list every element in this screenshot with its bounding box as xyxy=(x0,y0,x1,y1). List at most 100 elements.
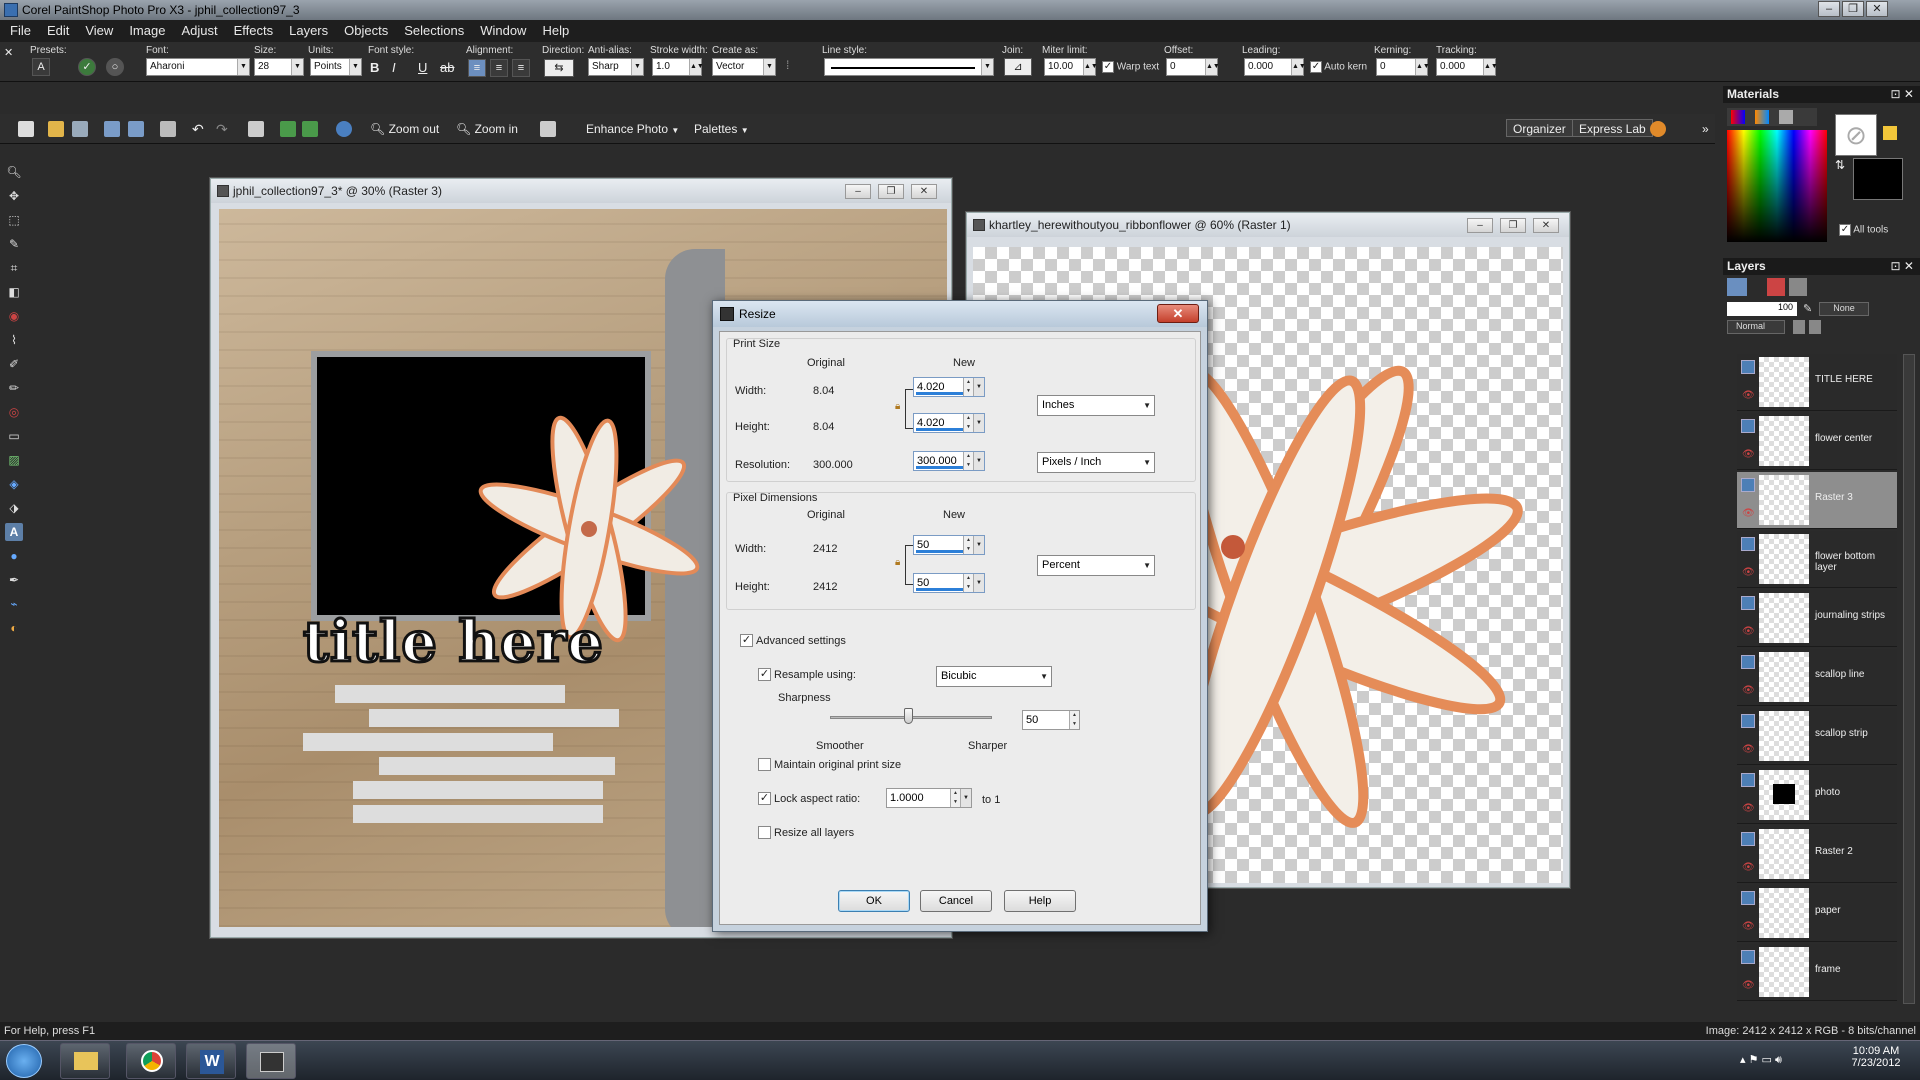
lock-aspect-checkbox[interactable]: ✓ Lock aspect ratio: xyxy=(758,792,860,806)
doc-minimize-button[interactable]: – xyxy=(1467,218,1493,233)
chevron-down-icon[interactable]: ▼ xyxy=(973,452,984,470)
new-layer-icon[interactable] xyxy=(1727,278,1747,296)
sharpness-input[interactable]: 50 ▲ ▼ xyxy=(1022,710,1080,730)
align-center-icon[interactable]: ≡ xyxy=(490,59,508,77)
blend-mode-select[interactable]: Normal xyxy=(1727,320,1785,334)
menu-window[interactable]: Window xyxy=(472,20,534,42)
tray-icons[interactable]: ▴ ⚑ ▭ 🔊︎ xyxy=(1740,1053,1782,1067)
direction-icon[interactable]: ⇆ xyxy=(544,59,574,77)
visibility-eye-icon[interactable]: 👁︎ xyxy=(1742,390,1755,401)
palettes-button[interactable]: Palettes ▼ xyxy=(694,120,749,138)
font-select[interactable]: Aharoni ▼ xyxy=(146,58,250,76)
bold-icon[interactable]: B xyxy=(370,60,379,75)
pixel-unit-select[interactable]: Percent ▼ xyxy=(1037,555,1155,576)
doc-minimize-button[interactable]: – xyxy=(845,184,871,199)
print-icon[interactable] xyxy=(160,121,176,137)
align-right-icon[interactable]: ≡ xyxy=(512,59,530,77)
color-spectrum[interactable] xyxy=(1727,130,1827,242)
resample-method-select[interactable]: Bicubic ▼ xyxy=(936,666,1052,687)
document-title-bar[interactable]: jphil_collection97_3* @ 30% (Raster 3) –… xyxy=(211,179,951,203)
paint-brush-icon[interactable]: ✏ xyxy=(5,379,23,397)
resize-all-layers-checkbox[interactable]: Resize all layers xyxy=(758,826,854,840)
tracking-input[interactable]: 0.000 ▲▼ xyxy=(1436,58,1498,76)
create-as-select[interactable]: Vector ▼ xyxy=(712,58,776,76)
browse-icon[interactable] xyxy=(72,121,88,137)
doc-restore-button[interactable]: ❐ xyxy=(878,184,904,199)
lock-transparency-icon[interactable] xyxy=(1793,320,1805,334)
visibility-eye-icon[interactable]: 👁︎ xyxy=(1742,685,1755,696)
line-style-select[interactable]: ▼ xyxy=(824,58,994,76)
dialog-close-button[interactable]: ✕ xyxy=(1157,304,1199,323)
strikethrough-icon[interactable]: ab xyxy=(440,60,454,75)
start-button[interactable] xyxy=(6,1044,42,1078)
print-width-input[interactable]: 4.020 ▲ ▼ ▼ xyxy=(913,377,985,397)
swap-colors-icon[interactable] xyxy=(1883,126,1897,140)
cancel-button[interactable]: Cancel xyxy=(920,890,992,912)
apply-icon[interactable]: ✓ xyxy=(78,58,96,76)
menu-selections[interactable]: Selections xyxy=(396,20,472,42)
title-text[interactable]: title here xyxy=(302,608,605,677)
layer-row[interactable]: 👁︎ Raster 2 xyxy=(1737,826,1897,883)
chevron-down-icon[interactable]: ▼ xyxy=(973,536,984,554)
clone-tool-icon[interactable]: ⌇ xyxy=(5,331,23,349)
word-taskbar-button[interactable]: W xyxy=(186,1043,236,1079)
zoom-out-button[interactable]: 🔍︎ Zoom out xyxy=(370,120,439,138)
move-tool-icon[interactable]: ✥ xyxy=(5,187,23,205)
visibility-eye-icon[interactable]: 👁︎ xyxy=(1742,921,1755,932)
print-height-input[interactable]: 4.020 ▲ ▼ ▼ xyxy=(913,413,985,433)
organizer-button[interactable]: Organizer xyxy=(1506,119,1573,137)
align-left-icon[interactable]: ≡ xyxy=(468,59,486,77)
resolution-input[interactable]: 300.000 ▲ ▼ ▼ xyxy=(913,451,985,471)
mesh-warp-icon[interactable]: ◐ xyxy=(5,619,23,637)
underline-icon[interactable]: U xyxy=(418,60,427,75)
spinner-icon[interactable]: ▲ ▼ xyxy=(1069,711,1079,729)
menu-file[interactable]: File xyxy=(0,20,39,42)
close-options-icon[interactable]: ✕ xyxy=(4,46,13,59)
screen-icon[interactable] xyxy=(248,121,264,137)
offset-input[interactable]: 0 ▲▼ xyxy=(1166,58,1220,76)
layer-row[interactable]: 👁︎ scallop line xyxy=(1737,649,1897,706)
close-button[interactable]: ✕ xyxy=(1866,1,1888,17)
color-replacer-icon[interactable]: ⬗ xyxy=(5,499,23,517)
chevron-down-icon[interactable]: ▼ xyxy=(960,789,971,807)
visibility-eye-icon[interactable]: 👁︎ xyxy=(1742,508,1755,519)
mask-select[interactable]: None xyxy=(1819,302,1869,316)
dialog-title-bar[interactable]: Resize ✕ xyxy=(713,301,1207,327)
selection-tool-icon[interactable]: ⬚ xyxy=(5,211,23,229)
minimize-button[interactable]: – xyxy=(1818,1,1840,17)
layer-row[interactable]: 👁︎ scallop strip xyxy=(1737,708,1897,765)
stroke-width-input[interactable]: 1.0 ▲▼ xyxy=(652,58,704,76)
zoom-in-button[interactable]: 🔍︎ Zoom in xyxy=(456,120,518,138)
text-tool-icon[interactable]: A xyxy=(5,523,23,541)
swatches-tab-icon[interactable] xyxy=(1779,110,1793,124)
rainbow-tab-icon[interactable] xyxy=(1755,110,1769,124)
transfer-icon[interactable] xyxy=(280,121,296,137)
aspect-ratio-input[interactable]: 1.0000 ▲ ▼ ▼ xyxy=(886,788,972,808)
zoom-tool-icon[interactable]: 🔍︎ xyxy=(5,163,23,181)
menu-layers[interactable]: Layers xyxy=(281,20,336,42)
manage-icon[interactable] xyxy=(540,121,556,137)
spinner-icon[interactable]: ▲ ▼ xyxy=(963,452,973,470)
spinner-icon[interactable]: ▲ ▼ xyxy=(963,414,973,432)
ok-button[interactable]: OK xyxy=(838,890,910,912)
units-select[interactable]: Points ▼ xyxy=(310,58,362,76)
layer-row[interactable]: 👁︎ flower bottom layer xyxy=(1737,531,1897,588)
palette-controls-icon[interactable]: ⊡ ✕ xyxy=(1891,86,1914,103)
auto-kern-checkbox[interactable]: ✓ Auto kern xyxy=(1310,61,1367,73)
info-icon[interactable] xyxy=(336,121,352,137)
spinner-icon[interactable]: ▲ ▼ xyxy=(963,536,973,554)
advanced-settings-checkbox[interactable]: ✓ Advanced settings xyxy=(740,634,846,648)
frame-tab-icon[interactable] xyxy=(1731,110,1745,124)
maintain-print-size-checkbox[interactable]: Maintain original print size xyxy=(758,758,901,772)
chevron-down-icon[interactable]: ▼ xyxy=(973,414,984,432)
pixel-height-input[interactable]: 50 ▲ ▼ ▼ xyxy=(913,573,985,593)
chrome-taskbar-button[interactable] xyxy=(126,1043,176,1079)
flood-fill-icon[interactable]: ◈ xyxy=(5,475,23,493)
help-button[interactable]: Help xyxy=(1004,890,1076,912)
explorer-taskbar-button[interactable] xyxy=(60,1043,110,1079)
visibility-eye-icon[interactable]: 👁︎ xyxy=(1742,980,1755,991)
text-preset-icon[interactable]: A xyxy=(32,58,50,76)
doc-close-button[interactable]: ✕ xyxy=(911,184,937,199)
layer-row[interactable]: 👁︎ paper xyxy=(1737,885,1897,942)
resolution-unit-select[interactable]: Pixels / Inch ▼ xyxy=(1037,452,1155,473)
